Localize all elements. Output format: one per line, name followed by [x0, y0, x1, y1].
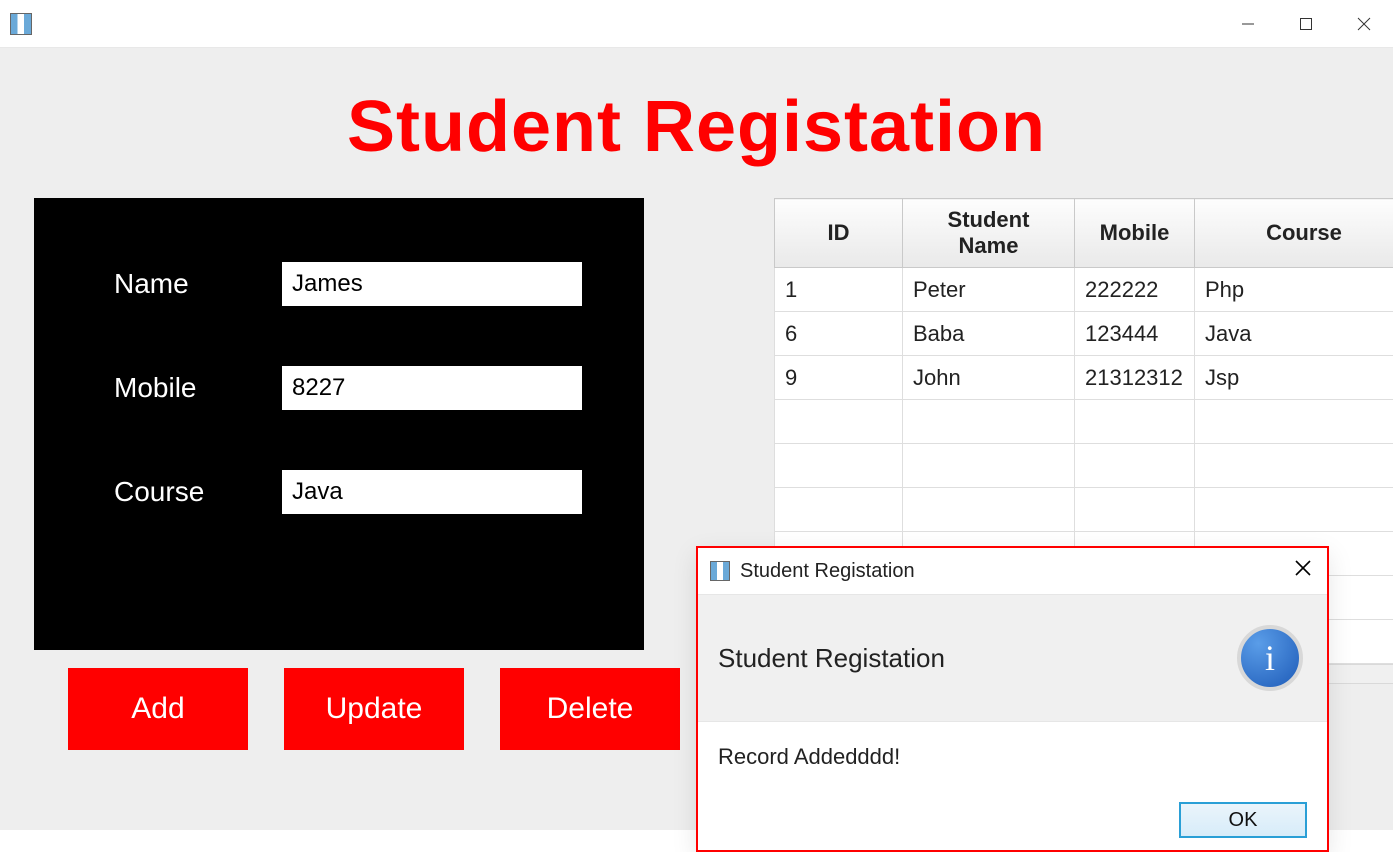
cell-course: Java — [1195, 312, 1393, 356]
dialog-header: Student Registation i — [698, 594, 1327, 722]
dialog-body: Record Addedddd! OK — [698, 722, 1327, 850]
label-course: Course — [114, 476, 234, 508]
window-controls — [1219, 0, 1393, 48]
form-row-mobile: Mobile — [114, 366, 586, 410]
left-column: Name Mobile Course Add Update Delete — [34, 198, 714, 750]
cell-course: Jsp — [1195, 356, 1393, 400]
cell-id: 6 — [775, 312, 903, 356]
cell-mobile: 21312312 — [1075, 356, 1195, 400]
cell-mobile: 222222 — [1075, 268, 1195, 312]
input-course[interactable] — [282, 470, 582, 514]
table-header-row: ID Student Name Mobile Course — [775, 199, 1393, 268]
button-row: Add Update Delete — [34, 650, 714, 750]
dialog-app-icon — [710, 561, 730, 581]
minimize-button[interactable] — [1219, 0, 1277, 48]
ok-button[interactable]: OK — [1179, 802, 1307, 838]
add-button[interactable]: Add — [68, 668, 248, 750]
table-row-empty[interactable] — [775, 488, 1393, 532]
message-dialog: Student Registation Student Registation … — [696, 546, 1329, 852]
dialog-titlebar: Student Registation — [698, 548, 1327, 594]
dialog-actions: OK — [718, 802, 1307, 838]
cell-student-name: Baba — [903, 312, 1075, 356]
update-button[interactable]: Update — [284, 668, 464, 750]
form-row-course: Course — [114, 470, 586, 514]
table-row[interactable]: 9 John 21312312 Jsp — [775, 356, 1393, 400]
col-student-name[interactable]: Student Name — [903, 199, 1075, 268]
label-mobile: Mobile — [114, 372, 234, 404]
col-course[interactable]: Course — [1195, 199, 1393, 268]
form-panel: Name Mobile Course — [34, 198, 644, 650]
col-id[interactable]: ID — [775, 199, 903, 268]
app-icon — [10, 13, 32, 35]
page-title: Student Registation — [0, 86, 1393, 168]
cell-id: 1 — [775, 268, 903, 312]
maximize-button[interactable] — [1277, 0, 1335, 48]
table-row[interactable]: 6 Baba 123444 Java — [775, 312, 1393, 356]
cell-mobile: 123444 — [1075, 312, 1195, 356]
info-icon: i — [1237, 625, 1303, 691]
cell-id: 9 — [775, 356, 903, 400]
dialog-header-text: Student Registation — [718, 643, 945, 674]
dialog-window-title: Student Registation — [740, 560, 915, 583]
cell-course: Php — [1195, 268, 1393, 312]
window-titlebar — [0, 0, 1393, 48]
form-row-name: Name — [114, 262, 586, 306]
delete-button[interactable]: Delete — [500, 668, 680, 750]
client-area: Student Registation Name Mobile Course — [0, 48, 1393, 830]
dialog-close-button[interactable] — [1293, 558, 1313, 584]
cell-student-name: John — [903, 356, 1075, 400]
cell-student-name: Peter — [903, 268, 1075, 312]
table-row-empty[interactable] — [775, 400, 1393, 444]
close-button[interactable] — [1335, 0, 1393, 48]
input-mobile[interactable] — [282, 366, 582, 410]
input-name[interactable] — [282, 262, 582, 306]
table-row-empty[interactable] — [775, 444, 1393, 488]
col-mobile[interactable]: Mobile — [1075, 199, 1195, 268]
table-row[interactable]: 1 Peter 222222 Php — [775, 268, 1393, 312]
dialog-message: Record Addedddd! — [718, 744, 1307, 770]
label-name: Name — [114, 268, 234, 300]
